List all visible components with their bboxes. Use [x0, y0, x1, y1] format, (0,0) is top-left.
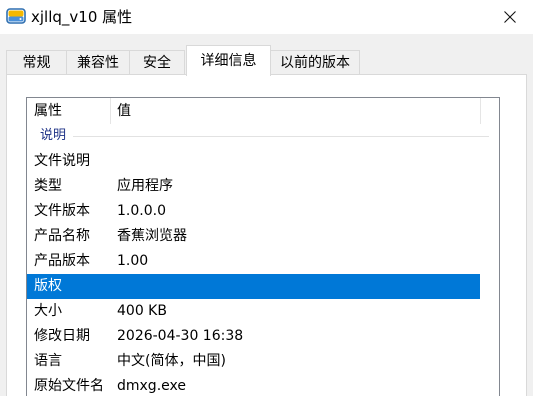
tab-security[interactable]: 安全: [129, 50, 185, 74]
group-header: 说明: [27, 124, 499, 148]
property-value: 1.0.0.0: [117, 203, 166, 219]
property-value: 香蕉浏览器: [117, 228, 187, 244]
drive-folder-icon: [6, 6, 26, 26]
group-label: 说明: [40, 128, 67, 143]
list-item[interactable]: 产品版本 1.00: [27, 249, 480, 274]
window-title: xjllq_v10 属性: [31, 8, 133, 26]
list-item[interactable]: 语言 中文(简体，中国): [27, 349, 480, 374]
property-value: 应用程序: [117, 178, 173, 194]
list-item[interactable]: 大小 400 KB: [27, 299, 480, 324]
list-item[interactable]: 产品名称 香蕉浏览器: [27, 224, 480, 249]
property-name: 类型: [34, 178, 62, 194]
details-list[interactable]: 属性 值 说明 文件说明 类型 应用程序 文件版本 1.0.0.0 产品名称 香…: [26, 97, 500, 396]
properties-dialog: xjllq_v10 属性 常规 兼容性 安全 详细信息 以前的版本 属性 值 说…: [0, 0, 533, 396]
property-value: 1.00: [117, 253, 149, 269]
property-name: 文件说明: [34, 153, 90, 169]
close-icon: [504, 11, 516, 23]
column-header-property[interactable]: 属性: [27, 98, 110, 124]
column-divider[interactable]: [480, 98, 481, 124]
list-item[interactable]: 文件版本 1.0.0.0: [27, 199, 480, 224]
title-bar: xjllq_v10 属性: [0, 0, 533, 34]
property-name: 语言: [34, 353, 62, 369]
property-value: dmxg.exe: [117, 378, 186, 394]
tab-compatibility[interactable]: 兼容性: [66, 50, 130, 74]
property-name: 大小: [34, 303, 62, 319]
property-name: 产品名称: [34, 228, 90, 244]
property-value: 2026-04-30 16:38: [117, 328, 244, 344]
list-header: 属性 值: [27, 98, 499, 124]
close-button[interactable]: [487, 0, 533, 34]
property-name: 原始文件名: [34, 378, 104, 394]
list-item-selected[interactable]: 版权: [27, 274, 480, 299]
list-item[interactable]: 文件说明: [27, 149, 480, 174]
property-value: 400 KB: [117, 303, 167, 319]
list-item[interactable]: 原始文件名 dmxg.exe: [27, 374, 480, 396]
column-header-value[interactable]: 值: [110, 98, 480, 124]
property-name: 产品版本: [34, 253, 90, 269]
group-divider: [73, 136, 489, 137]
property-value: 中文(简体，中国): [117, 353, 226, 369]
tab-details[interactable]: 详细信息: [186, 45, 271, 76]
property-name: 文件版本: [34, 203, 90, 219]
list-item[interactable]: 类型 应用程序: [27, 174, 480, 199]
property-name: 修改日期: [34, 328, 90, 344]
property-name: 版权: [34, 278, 62, 294]
tab-general[interactable]: 常规: [6, 50, 67, 74]
tab-previous-versions[interactable]: 以前的版本: [270, 50, 360, 74]
list-item[interactable]: 修改日期 2026-04-30 16:38: [27, 324, 480, 349]
